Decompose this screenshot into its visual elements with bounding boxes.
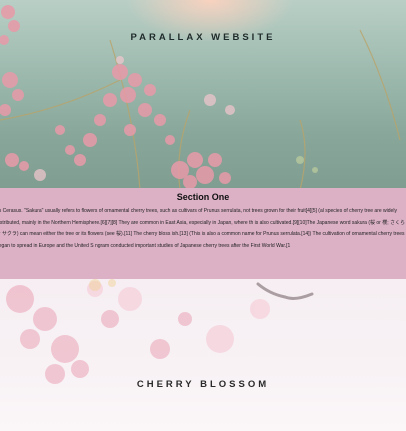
parallax-background-image-top: [0, 0, 406, 193]
banner-title: CHERRY BLOSSOM: [136, 379, 270, 390]
section-one: Section One us Cerasus. "Sakura" usually…: [0, 188, 406, 279]
section-body-text: us Cerasus. "Sakura" usually refers to f…: [0, 208, 405, 249]
site-title: PARALLAX WEBSITE: [130, 32, 276, 43]
cherry-blossom-photo: [0, 5, 401, 191]
parallax-background-image-bottom: [0, 279, 406, 431]
cherry-blossom-photo-soft: [6, 279, 314, 384]
section-heading: Section One: [176, 192, 230, 202]
